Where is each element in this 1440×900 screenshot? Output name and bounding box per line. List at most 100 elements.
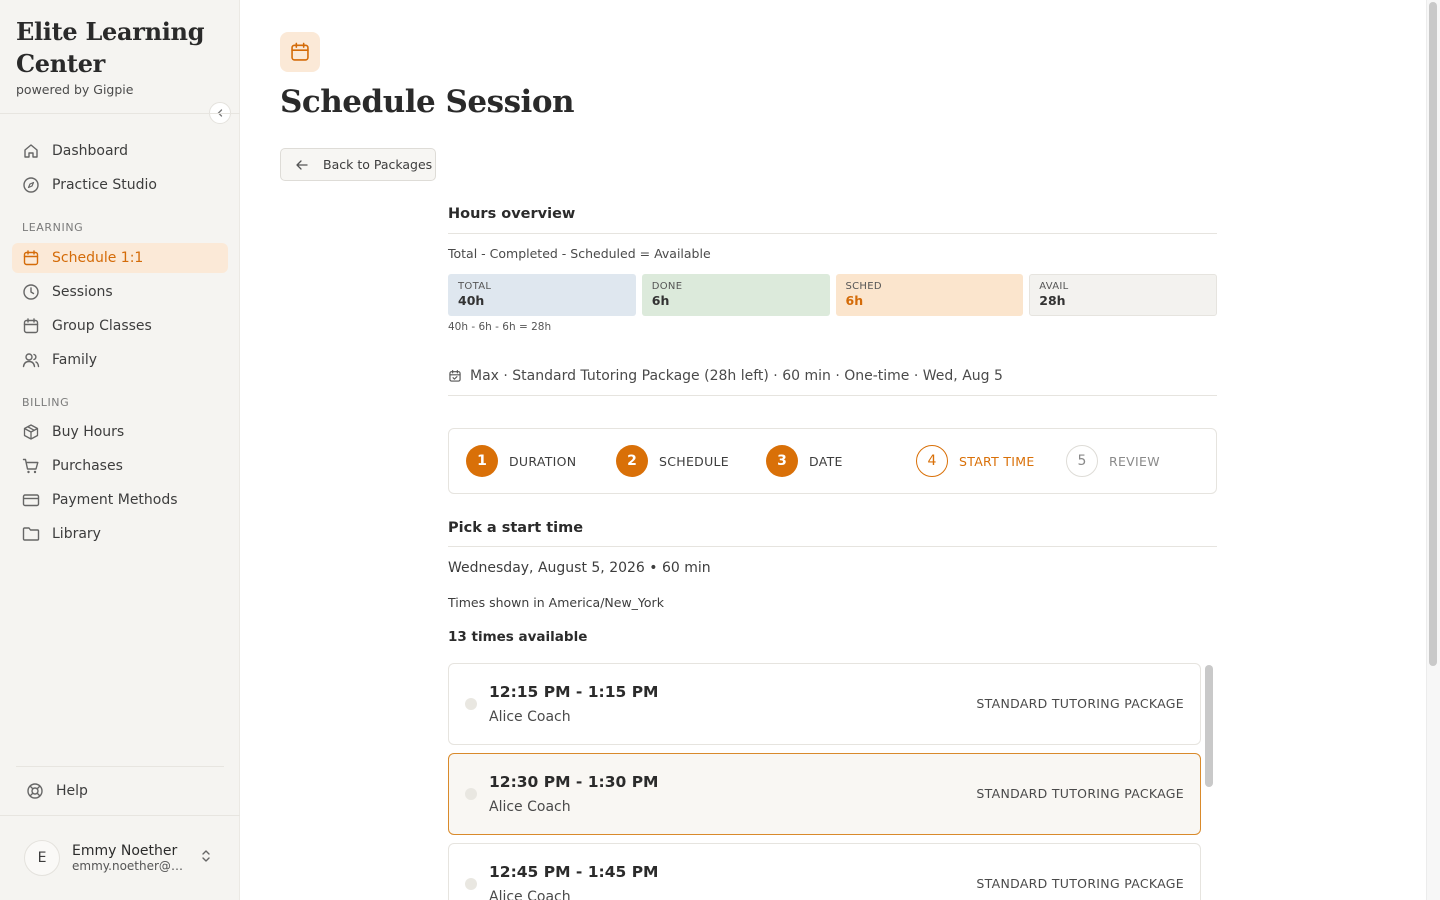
slot-radio[interactable] [465,788,477,800]
user-menu[interactable]: E Emmy Noether emmy.noether@ex... [24,839,224,877]
step-number: 3 [766,445,798,477]
booking-stepper: 1 DURATION 2 SCHEDULE 3 DATE 4 START TIM… [448,428,1217,494]
slot-time: 12:30 PM - 1:30 PM [489,773,659,791]
home-icon [22,142,40,160]
hours-done-box: DONE 6h [641,274,830,316]
booking-summary: Max · Standard Tutoring Package (28h lef… [448,368,1003,384]
slot-time: 12:45 PM - 1:45 PM [489,863,659,881]
sidebar-item-label: Payment Methods [52,492,178,508]
timezone-note: Times shown in America/New_York [448,595,664,610]
divider [448,395,1217,396]
calendar-icon [280,32,320,72]
cart-icon [22,457,40,475]
sidebar-item-purchases[interactable]: Purchases [12,451,228,481]
brand: Elite Learning Center powered by Gigpie [0,0,239,97]
step-duration[interactable]: 1 DURATION [466,445,616,477]
sidebar-item-group-classes[interactable]: Group Classes [12,311,228,341]
hours-available-box: AVAIL 28h [1029,274,1217,316]
hours-formula: 40h - 6h - 6h = 28h [448,321,552,333]
slot-list-scrollbar[interactable] [1205,665,1213,787]
sidebar-item-library[interactable]: Library [12,519,228,549]
sidebar-item-sessions[interactable]: Sessions [12,277,228,307]
sidebar-item-buy-hours[interactable]: Buy Hours [12,417,228,447]
hours-box-label: AVAIL [1039,281,1069,292]
sidebar-item-label: Buy Hours [52,424,125,440]
hours-box-label: DONE [651,281,683,292]
sidebar-item-label: Purchases [52,458,123,474]
learning-section-label: LEARNING [22,221,84,234]
lifebuoy-icon [26,782,44,800]
hours-boxes: TOTAL 40h DONE 6h SCHED 6h AVAIL 28h [448,274,1217,316]
pick-start-time-heading: Pick a start time [448,520,584,536]
slot-coach: Alice Coach [489,709,571,725]
brand-title: Elite Learning Center [16,17,205,78]
step-date[interactable]: 3 DATE [766,445,916,477]
calendar-check-icon [448,369,462,383]
sidebar-item-practice-studio[interactable]: Practice Studio [12,170,228,200]
hours-total-box: TOTAL 40h [448,274,636,316]
time-slot-list[interactable]: 12:15 PM - 1:15 PM Alice Coach STANDARD … [448,663,1217,900]
sidebar-item-label: Practice Studio [52,177,157,193]
back-button-label: Back to Packages [323,157,433,172]
hours-equation: Total - Completed - Scheduled = Availabl… [448,246,711,261]
sidebar: Elite Learning Center powered by Gigpie … [0,0,240,900]
time-slot-selected[interactable]: 12:30 PM - 1:30 PM Alice Coach STANDARD … [448,753,1201,835]
slot-time: 12:15 PM - 1:15 PM [489,683,659,701]
sidebar-item-help[interactable]: Help [16,778,226,804]
step-schedule[interactable]: 2 SCHEDULE [616,445,766,477]
user-name: Emmy Noether [72,843,178,859]
sidebar-divider [0,815,240,816]
main-content: Schedule Session Back to Packages Hours … [240,0,1426,900]
sidebar-item-label: Sessions [52,284,113,300]
users-icon [22,351,40,369]
time-slot[interactable]: 12:45 PM - 1:45 PM Alice Coach STANDARD … [448,843,1201,900]
step-label: REVIEW [1109,453,1160,469]
slot-radio[interactable] [465,878,477,890]
hours-box-value: 6h [845,293,864,308]
page-title: Schedule Session [280,84,575,120]
chevron-up-down-icon[interactable] [200,848,212,868]
sidebar-divider [0,113,240,114]
folder-icon [22,525,40,543]
sidebar-item-payment-methods[interactable]: Payment Methods [12,485,228,515]
credit-card-icon [22,491,40,509]
billing-section-label: BILLING [22,396,70,409]
slot-coach: Alice Coach [489,799,571,815]
available-count: 13 times available [448,629,588,645]
step-label: DURATION [509,453,577,469]
hours-overview-heading: Hours overview [448,206,576,222]
brand-subtitle: powered by Gigpie [16,82,134,97]
selected-date-line: Wednesday, August 5, 2026 • 60 min [448,560,711,576]
step-number: 2 [616,445,648,477]
page-scrollbar-thumb[interactable] [1429,2,1437,666]
sidebar-item-label: Library [52,526,101,542]
hours-box-value: 6h [651,293,670,308]
step-label: DATE [809,453,843,469]
sidebar-item-family[interactable]: Family [12,345,228,375]
help-label: Help [56,783,88,799]
hours-box-label: SCHED [845,281,882,292]
sidebar-item-dashboard[interactable]: Dashboard [12,136,228,166]
slot-radio[interactable] [465,698,477,710]
step-number: 1 [466,445,498,477]
time-slot[interactable]: 12:15 PM - 1:15 PM Alice Coach STANDARD … [448,663,1201,745]
step-label: START TIME [959,453,1035,469]
sidebar-item-schedule-1-1[interactable]: Schedule 1:1 [12,243,228,273]
calendar-icon [22,249,40,267]
back-to-packages-button[interactable]: Back to Packages [280,148,436,181]
sidebar-item-label: Family [52,352,98,368]
arrow-left-icon [295,158,309,172]
clock-icon [22,283,40,301]
slot-package: STANDARD TUTORING PACKAGE [976,696,1184,711]
slot-coach: Alice Coach [489,889,571,900]
slot-package: STANDARD TUTORING PACKAGE [976,876,1184,891]
step-number: 5 [1066,445,1098,477]
sidebar-item-label: Dashboard [52,143,128,159]
step-label: SCHEDULE [659,453,729,469]
user-email: emmy.noether@ex... [72,859,188,873]
step-review: 5 REVIEW [1066,445,1216,477]
package-icon [22,423,40,441]
avatar: E [24,840,60,876]
step-start-time[interactable]: 4 START TIME [916,445,1066,477]
hours-box-value: 40h [458,293,485,308]
